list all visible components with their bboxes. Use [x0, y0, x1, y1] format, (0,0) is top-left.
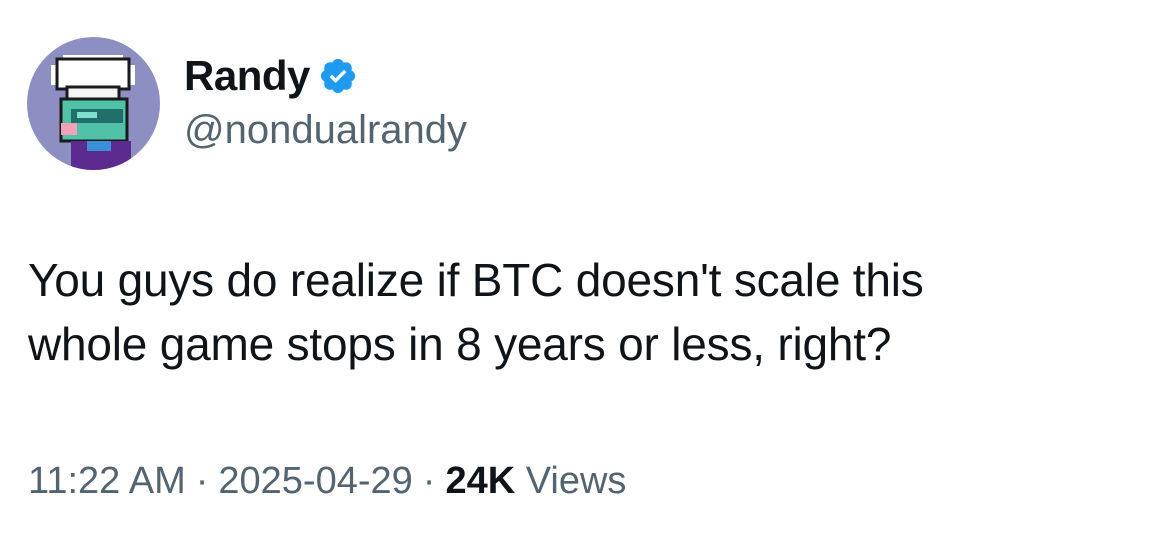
author-handle[interactable]: @nondualrandy	[184, 108, 467, 153]
verified-badge-icon[interactable]	[318, 56, 358, 96]
tweet-text-line: whole game stops in 8 years or less, rig…	[28, 318, 892, 370]
avatar[interactable]	[27, 37, 160, 170]
tweet-date[interactable]: 2025-04-29	[218, 460, 412, 502]
author-display-name[interactable]: Randy	[184, 52, 310, 100]
meta-separator: ·	[195, 460, 209, 502]
tweet-time[interactable]: 11:22 AM	[28, 460, 186, 502]
author-name-row: Randy	[184, 52, 358, 100]
pixel-chef-avatar-icon	[27, 37, 160, 170]
views-label: Views	[525, 460, 627, 502]
tweet-meta: 11:22 AM · 2025-04-29 · 24K Views	[28, 460, 626, 503]
views-count[interactable]: 24K	[445, 460, 515, 502]
tweet-text: You guys do realize if BTC doesn't scale…	[28, 248, 1138, 376]
meta-separator: ·	[422, 460, 436, 502]
tweet-text-line: You guys do realize if BTC doesn't scale…	[28, 254, 924, 306]
tweet-card: Randy @nondualrandy You guys do realize …	[0, 0, 1170, 538]
